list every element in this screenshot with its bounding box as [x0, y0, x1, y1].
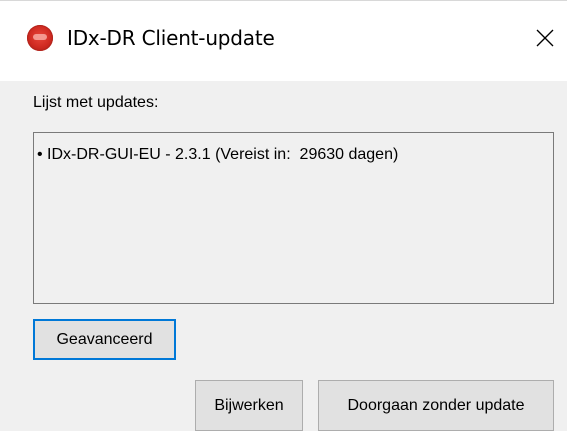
advanced-button[interactable]: Geavanceerd: [33, 319, 176, 360]
app-icon: [27, 25, 53, 51]
title-bar[interactable]: IDx-DR Client-update: [0, 1, 567, 81]
updates-list-label: Lijst met updates:: [33, 94, 159, 111]
update-button[interactable]: Bijwerken: [195, 380, 303, 431]
dialog-content: Lijst met updates: • IDx-DR-GUI-EU - 2.3…: [0, 81, 567, 431]
list-item[interactable]: • IDx-DR-GUI-EU - 2.3.1 (Vereist in: 296…: [37, 146, 398, 164]
app-icon-highlight: [33, 34, 47, 40]
continue-without-update-button[interactable]: Doorgaan zonder update: [318, 380, 554, 431]
close-button[interactable]: [523, 16, 567, 60]
close-icon: [536, 29, 554, 47]
updates-list[interactable]: • IDx-DR-GUI-EU - 2.3.1 (Vereist in: 296…: [33, 132, 554, 304]
update-dialog: IDx-DR Client-update Lijst met updates: …: [0, 0, 567, 431]
window-title: IDx-DR Client-update: [67, 26, 275, 50]
